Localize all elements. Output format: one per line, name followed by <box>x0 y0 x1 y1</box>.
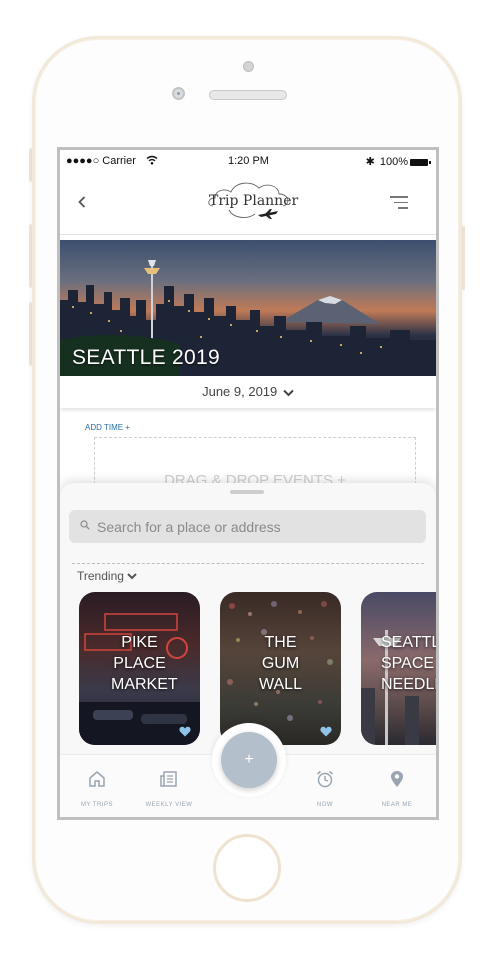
tab-near-me[interactable]: NEAR ME <box>362 755 432 817</box>
airplane-icon <box>258 209 278 219</box>
menu-button[interactable] <box>390 196 408 213</box>
tab-my-trips[interactable]: MY TRIPS <box>62 755 132 817</box>
search-icon <box>80 520 90 530</box>
home-icon <box>89 771 105 787</box>
search-placeholder: Search for a place or address <box>97 519 281 535</box>
map-pin-icon <box>391 771 403 787</box>
nav-bar: Trip Planner <box>60 172 436 235</box>
hamburger-menu-icon <box>390 196 408 198</box>
tab-label: MY TRIPS <box>80 802 114 808</box>
logo-text: Trip Planner <box>209 193 299 209</box>
battery-indicator: ✱ 100% <box>365 155 431 168</box>
trending-dropdown[interactable]: Trending <box>77 569 137 583</box>
place-card-label: THE GUM WALL <box>259 634 302 693</box>
place-card-label: SEATTLE SPACE NEEDLE <box>381 634 439 693</box>
wifi-icon <box>146 155 158 165</box>
trip-title: SEATTLE 2019 <box>72 346 220 369</box>
battery-icon <box>410 158 431 166</box>
carrier-label: ●●●●○ Carrier <box>66 155 136 167</box>
place-card[interactable]: THE GUM WALL <box>220 592 341 745</box>
add-time-button[interactable]: ADD TIME + <box>85 423 130 432</box>
tab-weekly-view[interactable]: WEEKLY VIEW <box>134 755 204 817</box>
trip-hero-image[interactable]: SEATTLE 2019 <box>60 240 436 376</box>
newspaper-icon <box>160 771 177 787</box>
alarm-clock-icon <box>317 770 333 788</box>
status-time: 1:20 PM <box>228 155 269 167</box>
menu-line <box>398 207 408 209</box>
tab-label: WEEKLY VIEW <box>145 802 193 808</box>
status-bar: ●●●●○ Carrier 1:20 PM ✱ 100% <box>60 150 436 172</box>
place-card-label: PIKE PLACE MARKET <box>111 634 178 693</box>
heart-icon[interactable] <box>179 726 191 737</box>
bluetooth-icon: ✱ <box>365 156 375 168</box>
date-selector[interactable]: June 9, 2019 <box>60 376 436 408</box>
trending-label: Trending <box>77 569 124 583</box>
chevron-down-icon <box>283 389 294 396</box>
battery-percent: 100% <box>379 156 408 168</box>
menu-line <box>394 201 408 203</box>
home-button[interactable] <box>213 834 281 902</box>
back-button[interactable] <box>78 192 86 213</box>
front-camera <box>172 87 185 100</box>
place-card[interactable]: SEATTLE SPACE NEEDLE <box>361 592 439 745</box>
tab-label: NOW <box>316 802 334 808</box>
trip-planner-logo: Trip Planner <box>203 178 299 226</box>
date-label: June 9, 2019 <box>202 384 278 399</box>
tab-label: NEAR ME <box>381 802 413 808</box>
chevron-left-icon <box>78 196 86 208</box>
add-trip-button[interactable]: + <box>221 732 277 788</box>
earpiece-speaker <box>209 90 287 100</box>
app-screen: ●●●●○ Carrier 1:20 PM ✱ 100% Trip Planner <box>57 147 439 820</box>
heart-icon[interactable] <box>320 726 332 737</box>
power-button <box>462 226 465 290</box>
place-card[interactable]: PIKE PLACE MARKET <box>79 592 200 745</box>
tab-now[interactable]: NOW <box>290 755 360 817</box>
proximity-sensor <box>243 61 254 72</box>
chevron-down-icon <box>127 573 137 580</box>
section-divider <box>72 563 424 564</box>
search-input[interactable]: Search for a place or address <box>69 510 426 543</box>
sheet-drag-handle[interactable] <box>230 490 264 494</box>
